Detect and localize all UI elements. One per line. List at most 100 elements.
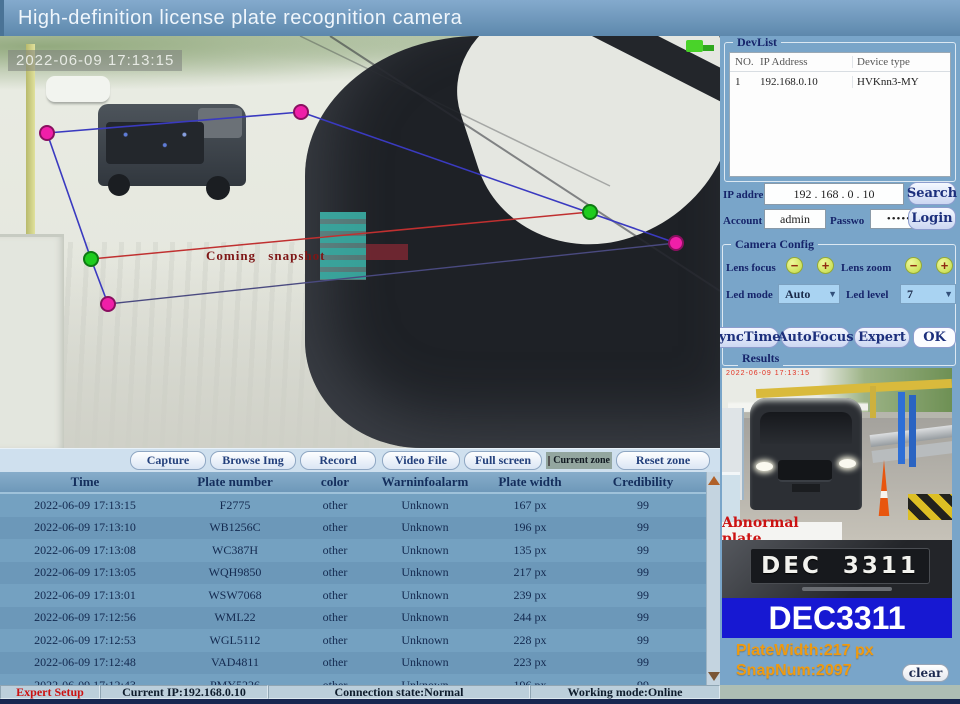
led-mode-value: Auto <box>785 287 810 302</box>
table-scrollbar[interactable] <box>706 472 720 685</box>
detection-zone-overlay[interactable] <box>0 36 720 448</box>
snap-num-value: 2097 <box>816 662 852 679</box>
plate-crop-subtext <box>802 587 892 591</box>
table-cell: 2022-06-09 17:13:05 <box>0 565 170 580</box>
table-row[interactable]: 2022-06-09 17:13:15F2775otherUnknown167 … <box>0 494 706 517</box>
ip-address-input[interactable]: 192 . 168 . 0 . 10 <box>764 183 904 205</box>
chevron-down-icon[interactable]: ▼ <box>828 289 837 299</box>
table-cell: 2022-06-09 17:13:10 <box>0 520 170 535</box>
column-header-credibility[interactable]: Credibility <box>580 472 706 492</box>
table-cell: 217 px <box>480 565 580 580</box>
capture-button[interactable]: Capture <box>130 451 206 470</box>
expert-setup-button[interactable]: Expert Setup <box>0 685 100 699</box>
page-title: High-definition license plate recognitio… <box>4 7 462 30</box>
snapshot-post <box>870 386 876 420</box>
table-row[interactable]: 2022-06-09 17:12:53WGL5112otherUnknown22… <box>0 629 706 652</box>
table-cell: 2022-06-09 17:12:48 <box>0 655 170 670</box>
table-cell: 239 px <box>480 588 580 603</box>
table-cell: 2022-06-09 17:13:08 <box>0 543 170 558</box>
column-header-warn[interactable]: Warninfoalarm <box>370 472 480 492</box>
table-cell: WGL5112 <box>170 633 300 648</box>
table-row[interactable]: 2022-06-09 17:13:08WC387HotherUnknown135… <box>0 539 706 562</box>
column-header-plate[interactable]: Plate number <box>170 472 300 492</box>
table-row[interactable]: 2022-06-09 17:12:48VAD4811otherUnknown22… <box>0 652 706 675</box>
devlist-col-ip: IP Address <box>760 56 852 68</box>
checkbox-icon[interactable] <box>548 456 550 466</box>
table-row[interactable]: 2022-06-09 17:12:56WML22otherUnknown244 … <box>0 607 706 630</box>
lens-zoom-plus-button[interactable]: + <box>936 257 953 274</box>
plate-table-header: Time Plate number color Warninfoalarm Pl… <box>0 472 706 494</box>
column-header-color[interactable]: color <box>300 472 370 492</box>
record-button[interactable]: Record <box>300 451 376 470</box>
column-header-width[interactable]: Plate width <box>480 472 580 492</box>
scroll-down-icon[interactable] <box>708 672 720 681</box>
login-button[interactable]: Login <box>908 207 956 230</box>
status-bar: Expert Setup Current IP:192.168.0.10 Con… <box>0 685 720 699</box>
table-row[interactable]: 2022-06-09 17:13:01WSW7068otherUnknown23… <box>0 584 706 607</box>
table-cell: 228 px <box>480 633 580 648</box>
led-mode-select[interactable]: Auto ▼ <box>778 284 840 304</box>
snapshot-grille <box>778 460 832 482</box>
scroll-up-icon[interactable] <box>708 476 720 485</box>
right-panel: DevList NO. IP Address Device type 1 192… <box>720 36 960 685</box>
snapshot-striped-curb <box>908 494 952 520</box>
snap-num-label: SnapNum: <box>736 662 816 679</box>
autofocus-button[interactable]: AutoFocus <box>781 327 850 348</box>
table-row[interactable]: 2022-06-09 17:13:10WB1256CotherUnknown19… <box>0 517 706 540</box>
device-row[interactable]: 1 192.168.0.10 HVKnn3-MY <box>730 72 950 91</box>
table-cell: WQH9850 <box>170 565 300 580</box>
clear-button[interactable]: clear <box>902 664 949 682</box>
table-cell: Unknown <box>370 655 480 670</box>
live-video-feed[interactable]: 2022-06-09 17:13:15 Coming snapshot <box>0 36 720 448</box>
table-cell: 167 px <box>480 498 580 513</box>
table-cell: 2022-06-09 17:12:56 <box>0 610 170 625</box>
account-label: Account <box>723 215 763 227</box>
table-cell: 2022-06-09 17:13:15 <box>0 498 170 513</box>
table-cell: Unknown <box>370 498 480 513</box>
ip-address-label: IP addre: <box>723 189 763 201</box>
plate-crop-image: DEC 3311 <box>722 540 952 598</box>
full-screen-button[interactable]: Full screen <box>464 451 542 470</box>
device-type: HVKnn3-MY <box>852 76 947 88</box>
table-cell: F2775 <box>170 498 300 513</box>
device-list[interactable]: NO. IP Address Device type 1 192.168.0.1… <box>729 52 951 177</box>
table-cell: 223 px <box>480 655 580 670</box>
table-cell: other <box>300 633 370 648</box>
lens-focus-minus-button[interactable]: − <box>786 257 803 274</box>
sync-time-button[interactable]: SyncTime <box>720 327 779 348</box>
table-cell: WSW7068 <box>170 588 300 603</box>
connection-state-status: Connection state:Normal <box>268 685 530 699</box>
table-cell: other <box>300 588 370 603</box>
device-ip: 192.168.0.10 <box>760 76 852 88</box>
lens-zoom-minus-button[interactable]: − <box>905 257 922 274</box>
chevron-down-icon[interactable]: ▼ <box>944 289 953 299</box>
table-cell: 99 <box>580 655 706 670</box>
account-input[interactable]: admin <box>764 209 826 229</box>
plate-width-line: PlateWidth:217 px <box>736 642 874 660</box>
current-zone-label: Current zone <box>553 455 610 466</box>
table-cell: VAD4811 <box>170 655 300 670</box>
table-cell: Unknown <box>370 610 480 625</box>
table-row[interactable]: 2022-06-09 17:13:05WQH9850otherUnknown21… <box>0 562 706 585</box>
expert-button[interactable]: Expert <box>854 327 910 348</box>
ok-button[interactable]: OK <box>913 327 956 348</box>
table-cell: Unknown <box>370 588 480 603</box>
table-cell: 244 px <box>480 610 580 625</box>
table-cell: 2022-06-09 17:12:53 <box>0 633 170 648</box>
plate-width-value: 217 px <box>824 642 874 659</box>
reset-zone-button[interactable]: Reset zone <box>616 451 710 470</box>
plate-crop-text: DEC 3311 <box>750 548 930 584</box>
led-level-select[interactable]: 7 ▼ <box>900 284 956 304</box>
lens-focus-plus-button[interactable]: + <box>817 257 834 274</box>
device-no: 1 <box>730 76 760 88</box>
snapshot-blue-poles <box>898 392 905 464</box>
column-header-time[interactable]: Time <box>0 472 170 492</box>
search-button[interactable]: Search <box>908 182 956 205</box>
table-row[interactable]: 2022-06-09 17:12:43PMY5226otherUnknown19… <box>0 674 706 685</box>
browse-img-button[interactable]: Browse Img <box>210 451 296 470</box>
led-level-label: Led level <box>846 289 888 301</box>
camera-config-legend: Camera Config <box>731 237 818 252</box>
video-file-button[interactable]: Video File <box>382 451 460 470</box>
video-timestamp: 2022-06-09 17:13:15 <box>8 50 182 71</box>
current-zone-checkbox[interactable]: Current zone <box>546 452 612 469</box>
